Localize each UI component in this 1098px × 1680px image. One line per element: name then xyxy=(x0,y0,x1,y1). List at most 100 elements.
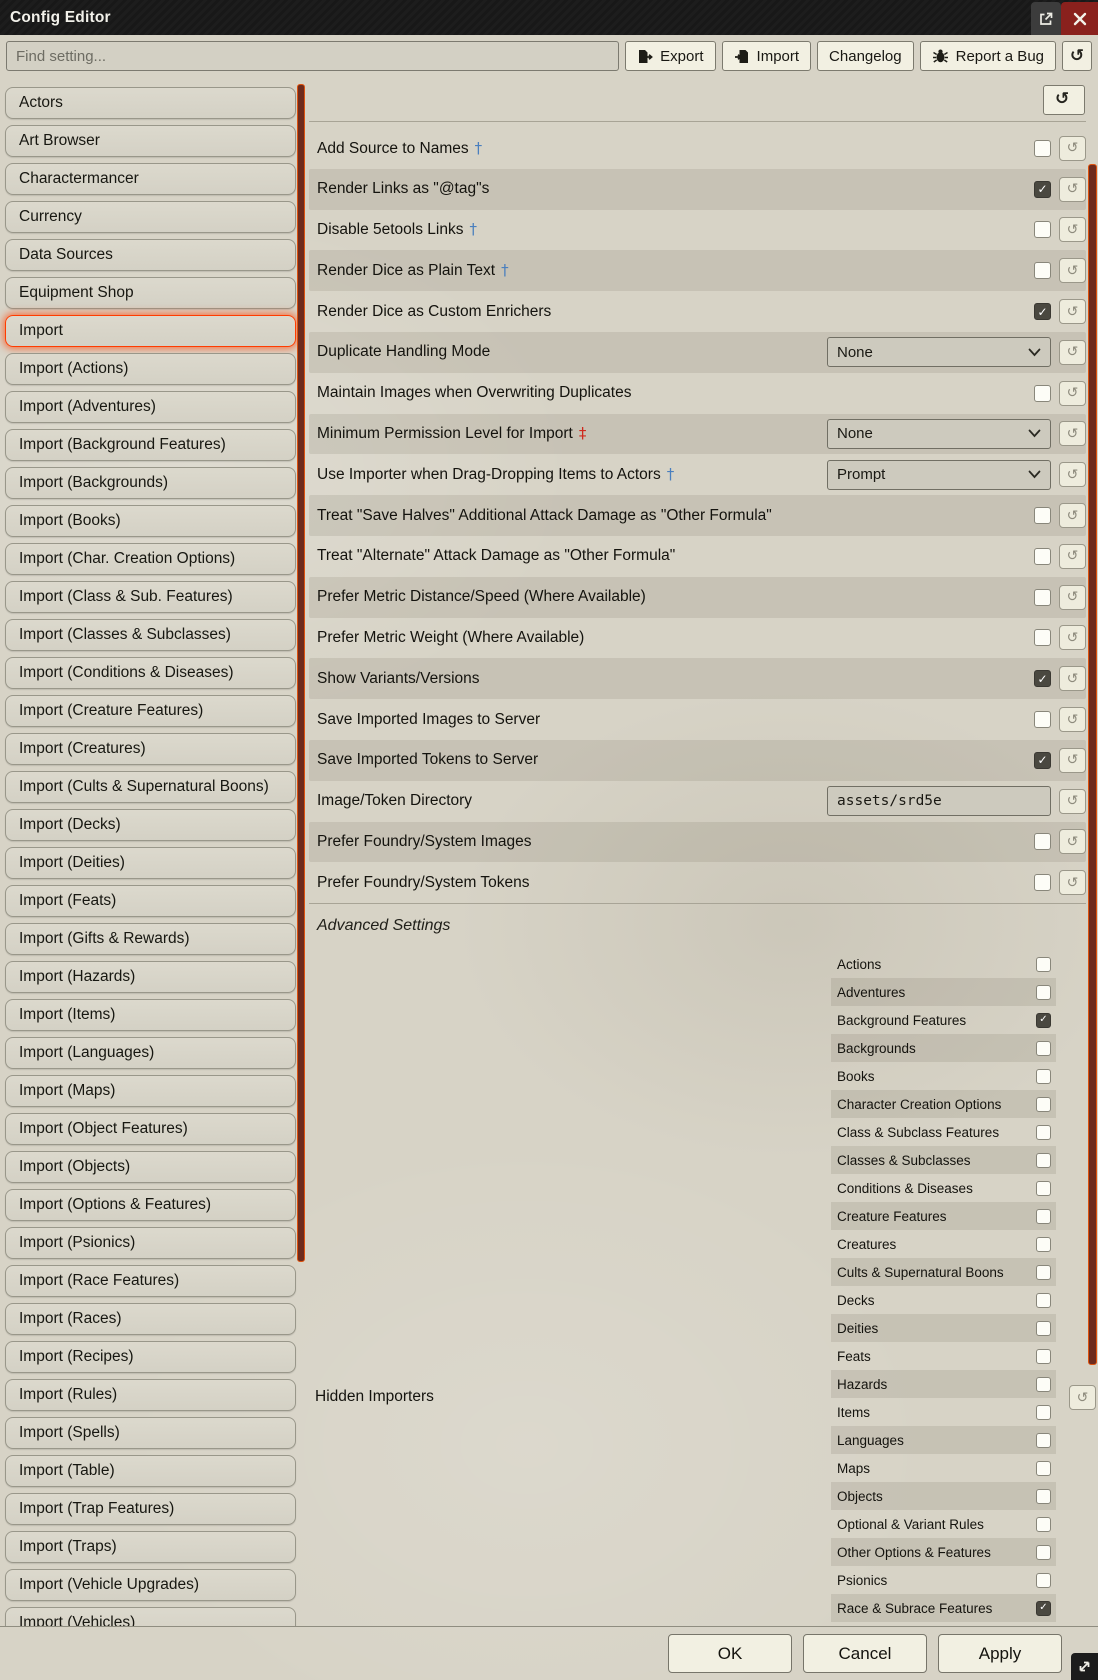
reset-setting-button[interactable]: ↺ xyxy=(1059,789,1086,814)
sidebar-item[interactable]: Import (Trap Features) xyxy=(5,1493,296,1525)
sidebar-item[interactable]: Import (Char. Creation Options) xyxy=(5,543,296,575)
checkbox[interactable]: ✓ xyxy=(1036,1601,1051,1616)
close-button[interactable] xyxy=(1061,2,1098,35)
sidebar-item[interactable]: Import (Feats) xyxy=(5,885,296,917)
sidebar-item[interactable]: Data Sources xyxy=(5,239,296,271)
checkbox[interactable]: ✓ xyxy=(1036,1153,1051,1168)
cancel-button[interactable]: Cancel xyxy=(803,1634,927,1673)
reset-setting-button[interactable]: ↺ xyxy=(1059,748,1086,773)
sidebar-item[interactable]: Art Browser xyxy=(5,125,296,157)
sidebar-item[interactable]: Import (Vehicle Upgrades) xyxy=(5,1569,296,1601)
checkbox[interactable]: ✓ xyxy=(1034,874,1051,891)
checkbox[interactable]: ✓ xyxy=(1036,1461,1051,1476)
checkbox[interactable]: ✓ xyxy=(1036,1265,1051,1280)
checkbox[interactable]: ✓ xyxy=(1036,1349,1051,1364)
checkbox[interactable]: ✓ xyxy=(1036,1013,1051,1028)
export-button[interactable]: Export xyxy=(625,41,715,71)
checkbox[interactable]: ✓ xyxy=(1036,1181,1051,1196)
checkbox[interactable]: ✓ xyxy=(1036,1517,1051,1532)
checkbox[interactable]: ✓ xyxy=(1036,1237,1051,1252)
sidebar-item[interactable]: Import (Cults & Supernatural Boons) xyxy=(5,771,296,803)
sidebar-item[interactable]: Import (Objects) xyxy=(5,1151,296,1183)
checkbox[interactable]: ✓ xyxy=(1036,957,1051,972)
reset-setting-button[interactable]: ↺ xyxy=(1059,177,1086,202)
checkbox[interactable]: ✓ xyxy=(1034,385,1051,402)
sidebar-item[interactable]: Import (Recipes) xyxy=(5,1341,296,1373)
select[interactable]: Prompt xyxy=(827,460,1051,490)
sidebar-item[interactable]: Import (Class & Sub. Features) xyxy=(5,581,296,613)
sidebar-item[interactable]: Import (Decks) xyxy=(5,809,296,841)
reset-setting-button[interactable]: ↺ xyxy=(1059,421,1086,446)
checkbox[interactable]: ✓ xyxy=(1034,221,1051,238)
reset-setting-button[interactable]: ↺ xyxy=(1059,585,1086,610)
reset-setting-button[interactable]: ↺ xyxy=(1059,381,1086,406)
reset-setting-button[interactable]: ↺ xyxy=(1059,625,1086,650)
popout-button[interactable] xyxy=(1031,2,1061,35)
sidebar-item[interactable]: Import (Spells) xyxy=(5,1417,296,1449)
changelog-button[interactable]: Changelog xyxy=(817,41,914,71)
checkbox[interactable]: ✓ xyxy=(1036,1545,1051,1560)
text-input[interactable] xyxy=(827,786,1051,816)
checkbox[interactable]: ✓ xyxy=(1036,985,1051,1000)
main-scrollbar[interactable] xyxy=(1088,164,1097,1365)
reset-all-button[interactable]: ↺ xyxy=(1043,85,1085,115)
report-bug-button[interactable]: Report a Bug xyxy=(920,41,1056,71)
checkbox[interactable]: ✓ xyxy=(1034,752,1051,769)
reset-setting-button[interactable]: ↺ xyxy=(1059,462,1086,487)
checkbox[interactable]: ✓ xyxy=(1036,1321,1051,1336)
sidebar-item[interactable]: Import (Maps) xyxy=(5,1075,296,1107)
sidebar-item[interactable]: Equipment Shop xyxy=(5,277,296,309)
reset-setting-button[interactable]: ↺ xyxy=(1059,829,1086,854)
checkbox[interactable]: ✓ xyxy=(1034,548,1051,565)
reset-setting-button[interactable]: ↺ xyxy=(1059,299,1086,324)
checkbox[interactable]: ✓ xyxy=(1036,1377,1051,1392)
sidebar-item[interactable]: Import (Books) xyxy=(5,505,296,537)
sidebar-item[interactable]: Import (Actions) xyxy=(5,353,296,385)
checkbox[interactable]: ✓ xyxy=(1034,262,1051,279)
toolbar-reset-button[interactable]: ↺ xyxy=(1062,41,1092,71)
sidebar-item[interactable]: Import (Conditions & Diseases) xyxy=(5,657,296,689)
sidebar-item[interactable]: Import (Object Features) xyxy=(5,1113,296,1145)
sidebar-item[interactable]: Import (Background Features) xyxy=(5,429,296,461)
sidebar-item[interactable]: Import (Vehicles) xyxy=(5,1607,296,1626)
reset-setting-button[interactable]: ↺ xyxy=(1059,870,1086,895)
sidebar-item[interactable]: Actors xyxy=(5,87,296,119)
select[interactable]: None xyxy=(827,337,1051,367)
reset-setting-button[interactable]: ↺ xyxy=(1059,666,1086,691)
sidebar-item[interactable]: Import (Table) xyxy=(5,1455,296,1487)
sidebar-item[interactable]: Import (Race Features) xyxy=(5,1265,296,1297)
checkbox[interactable]: ✓ xyxy=(1036,1293,1051,1308)
sidebar-item[interactable]: Currency xyxy=(5,201,296,233)
reset-setting-button[interactable]: ↺ xyxy=(1059,136,1086,161)
sidebar-item[interactable]: Import xyxy=(5,315,296,347)
sidebar-item[interactable]: Import (Backgrounds) xyxy=(5,467,296,499)
checkbox[interactable]: ✓ xyxy=(1036,1209,1051,1224)
hidden-importers-reset-button[interactable]: ↺ xyxy=(1069,1385,1096,1410)
checkbox[interactable]: ✓ xyxy=(1034,507,1051,524)
reset-setting-button[interactable]: ↺ xyxy=(1059,544,1086,569)
checkbox[interactable]: ✓ xyxy=(1034,670,1051,687)
sidebar-item[interactable]: Import (Options & Features) xyxy=(5,1189,296,1221)
checkbox[interactable]: ✓ xyxy=(1034,303,1051,320)
sidebar-item[interactable]: Charactermancer xyxy=(5,163,296,195)
checkbox[interactable]: ✓ xyxy=(1036,1125,1051,1140)
checkbox[interactable]: ✓ xyxy=(1034,589,1051,606)
checkbox[interactable]: ✓ xyxy=(1036,1405,1051,1420)
checkbox[interactable]: ✓ xyxy=(1034,711,1051,728)
reset-setting-button[interactable]: ↺ xyxy=(1059,707,1086,732)
checkbox[interactable]: ✓ xyxy=(1036,1041,1051,1056)
checkbox[interactable]: ✓ xyxy=(1034,833,1051,850)
checkbox[interactable]: ✓ xyxy=(1034,629,1051,646)
checkbox[interactable]: ✓ xyxy=(1034,181,1051,198)
reset-setting-button[interactable]: ↺ xyxy=(1059,217,1086,242)
sidebar-item[interactable]: Import (Adventures) xyxy=(5,391,296,423)
reset-setting-button[interactable]: ↺ xyxy=(1059,258,1086,283)
sidebar-item[interactable]: Import (Hazards) xyxy=(5,961,296,993)
sidebar-item[interactable]: Import (Creature Features) xyxy=(5,695,296,727)
sidebar-item[interactable]: Import (Languages) xyxy=(5,1037,296,1069)
sidebar-item[interactable]: Import (Traps) xyxy=(5,1531,296,1563)
resize-handle[interactable] xyxy=(1071,1653,1098,1680)
checkbox[interactable]: ✓ xyxy=(1034,140,1051,157)
reset-setting-button[interactable]: ↺ xyxy=(1059,340,1086,365)
checkbox[interactable]: ✓ xyxy=(1036,1573,1051,1588)
